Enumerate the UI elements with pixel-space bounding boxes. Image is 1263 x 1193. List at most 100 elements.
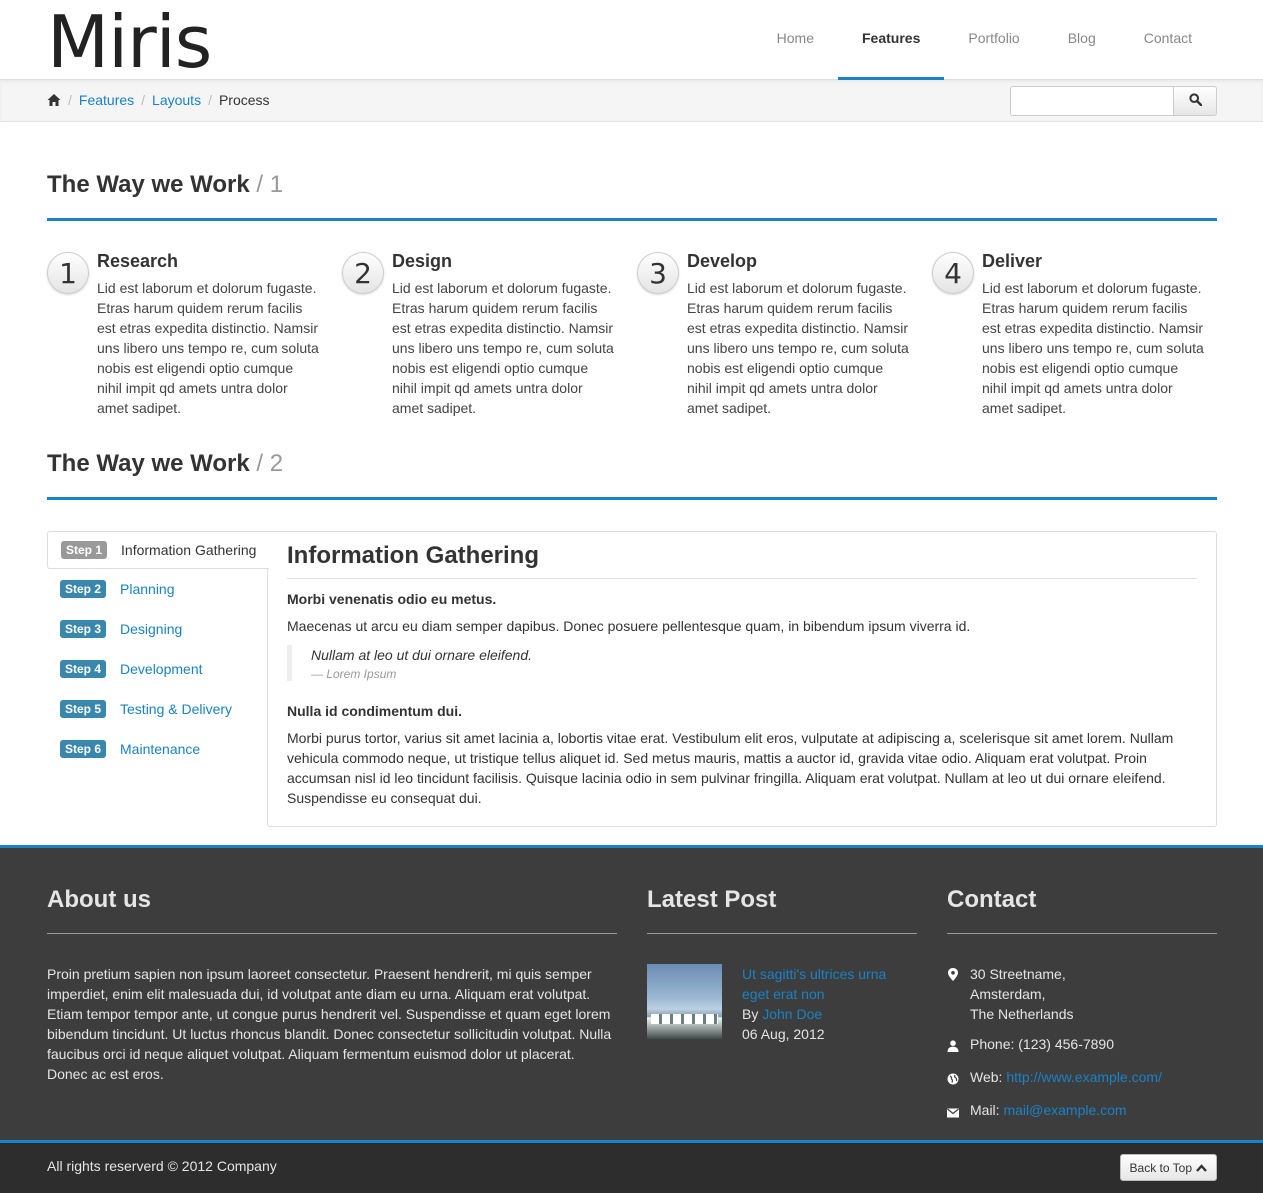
step-text: Lid est laborum et dolorum fugaste. Etra… <box>982 280 1204 416</box>
envelope-icon <box>947 1100 970 1123</box>
process-steps: 1 Research Lid est laborum et dolorum fu… <box>47 250 1227 418</box>
bottom-bar: All rights reserverd © 2012 Company Back… <box>0 1140 1263 1193</box>
web-link[interactable]: http://www.example.com/ <box>1006 1069 1162 1085</box>
section-title: The Way we Work / 1 <box>47 171 1217 221</box>
step-number-circle: 4 <box>932 252 974 294</box>
section-title: The Way we Work / 2 <box>47 450 1217 500</box>
footer-contact: Contact 30 Streetname, Amsterdam, The Ne… <box>947 886 1217 1133</box>
process-tabs: Step 1 Information Gathering Step 2 Plan… <box>47 531 1217 827</box>
nav-contact[interactable]: Contact <box>1120 0 1216 80</box>
footer-title: Latest Post <box>647 886 917 934</box>
panel-heading: Nulla id condimentum dui. <box>287 703 462 719</box>
breadcrumb-separator: / <box>68 92 72 108</box>
step-research: 1 Research Lid est laborum et dolorum fu… <box>47 250 342 418</box>
tab-list: Step 1 Information Gathering Step 2 Plan… <box>47 531 269 769</box>
nav-home[interactable]: Home <box>753 0 838 80</box>
tab-label: Designing <box>120 621 183 637</box>
breadcrumb: / Features / Layouts / Process <box>47 92 270 108</box>
chevron-up-icon <box>1196 1163 1207 1172</box>
quote-text: Nullam at leo ut dui ornare eleifend. <box>311 647 533 663</box>
tab-development[interactable]: Step 4 Development <box>47 649 268 689</box>
step-develop: 3 Develop Lid est laborum et dolorum fug… <box>637 250 932 418</box>
step-design: 2 Design Lid est laborum et dolorum fuga… <box>342 250 637 418</box>
footer-title: About us <box>47 886 617 934</box>
post-thumbnail[interactable] <box>647 964 722 1039</box>
tab-designing[interactable]: Step 3 Designing <box>47 609 268 649</box>
step-badge: Step 4 <box>60 660 107 678</box>
back-to-top-label: Back to Top <box>1129 1160 1192 1175</box>
footer-about: About us Proin pretium sapien non ipsum … <box>47 886 617 1084</box>
footer-title: Contact <box>947 886 1217 934</box>
latest-post: Ut sagitti's ultrices urna eget erat non… <box>647 964 917 1044</box>
step-badge: Step 5 <box>60 700 107 718</box>
site-header: Miris Home Features Portfolio Blog Conta… <box>0 0 1263 82</box>
panel-heading: Morbi venenatis odio eu metus. <box>287 591 497 607</box>
web-label: Web: <box>970 1069 1003 1085</box>
breadcrumb-separator: / <box>141 92 146 108</box>
tab-testing-delivery[interactable]: Step 5 Testing & Delivery <box>47 689 268 729</box>
search-form <box>1010 86 1217 116</box>
search-button[interactable] <box>1173 86 1217 116</box>
site-logo[interactable]: Miris <box>47 2 212 82</box>
nav-portfolio[interactable]: Portfolio <box>944 0 1043 80</box>
step-title: Develop <box>687 251 758 271</box>
tab-label: Maintenance <box>120 741 201 757</box>
step-number-circle: 2 <box>342 252 384 294</box>
tab-label: Planning <box>120 581 175 597</box>
breadcrumb-bar: / Features / Layouts / Process <box>0 80 1263 122</box>
breadcrumb-features[interactable]: Features <box>79 92 134 108</box>
main-nav: Home Features Portfolio Blog Contact <box>753 0 1216 80</box>
mail-link[interactable]: mail@example.com <box>1003 1102 1126 1118</box>
contact-address: 30 Streetname, Amsterdam, The Netherland… <box>947 964 1217 1024</box>
panel-title: Information Gathering <box>287 542 1197 579</box>
address-line: 30 Streetname, <box>970 966 1066 982</box>
contact-web: Web: http://www.example.com/ <box>947 1067 1217 1090</box>
post-date: 06 Aug, 2012 <box>742 1026 825 1042</box>
post-author-link[interactable]: John Doe <box>762 1006 822 1022</box>
globe-icon <box>947 1067 970 1090</box>
step-text: Lid est laborum et dolorum fugaste. Etra… <box>687 280 909 416</box>
home-icon[interactable] <box>47 93 61 107</box>
tab-label: Development <box>120 661 203 677</box>
panel-paragraph: Morbi purus tortor, varius sit amet laci… <box>287 730 1174 806</box>
nav-blog[interactable]: Blog <box>1044 0 1120 80</box>
step-title: Deliver <box>982 251 1043 271</box>
phone-text: Phone: (123) 456-7890 <box>970 1036 1114 1052</box>
address-line: Amsterdam, <box>970 986 1046 1002</box>
blockquote: Nullam at leo ut dui ornare eleifend. — … <box>287 645 1197 681</box>
section-title-number: / 1 <box>256 171 284 198</box>
breadcrumb-layouts[interactable]: Layouts <box>152 92 201 108</box>
step-badge: Step 2 <box>60 580 107 598</box>
step-text: Lid est laborum et dolorum fugaste. Etra… <box>392 280 614 416</box>
section-way-we-work-1: The Way we Work / 1 <box>47 171 1217 221</box>
back-to-top-button[interactable]: Back to Top <box>1119 1154 1217 1181</box>
user-icon <box>947 1034 970 1057</box>
step-text: Lid est laborum et dolorum fugaste. Etra… <box>97 280 319 416</box>
search-input[interactable] <box>1010 86 1173 116</box>
step-badge: Step 3 <box>60 620 107 638</box>
tab-planning[interactable]: Step 2 Planning <box>47 569 268 609</box>
site-footer: About us Proin pretium sapien non ipsum … <box>0 845 1263 1141</box>
step-badge: Step 6 <box>60 740 107 758</box>
map-marker-icon <box>947 964 970 1024</box>
breadcrumb-current: Process <box>218 92 270 108</box>
about-text: Proin pretium sapien non ipsum laoreet c… <box>47 966 612 1082</box>
section-way-we-work-2: The Way we Work / 2 <box>47 450 1217 500</box>
section-title-text: The Way we Work <box>47 450 250 477</box>
copyright-text: All rights reserverd © 2012 Company <box>47 1158 277 1174</box>
post-title-link[interactable]: Ut sagitti's ultrices urna eget erat non <box>742 966 886 1002</box>
step-number-circle: 3 <box>637 252 679 294</box>
tab-panel: Information Gathering Morbi venenatis od… <box>267 531 1217 827</box>
contact-mail: Mail: mail@example.com <box>947 1100 1217 1123</box>
section-title-number: / 2 <box>256 450 284 477</box>
breadcrumb-separator: / <box>208 92 212 108</box>
search-icon <box>1188 93 1202 109</box>
step-title: Design <box>392 251 453 271</box>
contact-phone: Phone: (123) 456-7890 <box>947 1034 1217 1057</box>
nav-features[interactable]: Features <box>838 0 945 80</box>
panel-paragraph: Maecenas ut arcu eu diam semper dapibus.… <box>287 618 971 634</box>
tab-information-gathering[interactable]: Step 1 Information Gathering <box>47 531 269 569</box>
step-deliver: 4 Deliver Lid est laborum et dolorum fug… <box>932 250 1227 418</box>
tab-maintenance[interactable]: Step 6 Maintenance <box>47 729 268 769</box>
post-by: By <box>742 1006 759 1022</box>
